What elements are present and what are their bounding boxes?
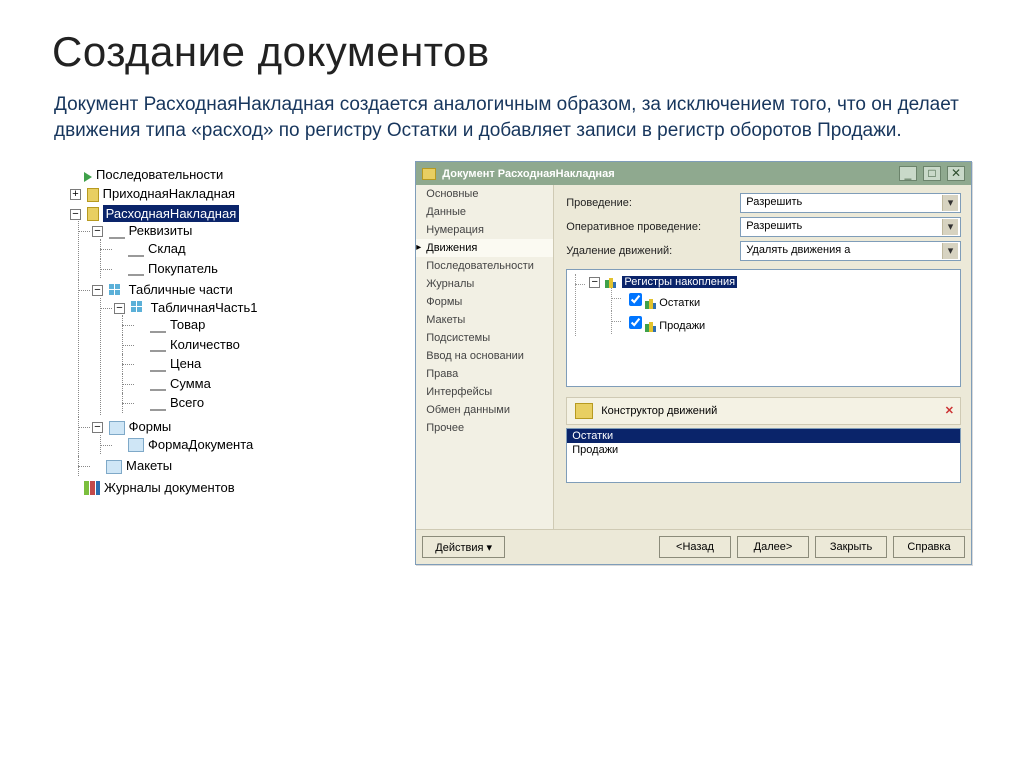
nav-item[interactable]: Обмен данными [416, 401, 553, 419]
expand-toggle[interactable]: − [92, 226, 103, 237]
nav-item[interactable]: Формы [416, 293, 553, 311]
nav-item-current[interactable]: Движения [416, 239, 553, 257]
list-item-selected[interactable]: Остатки [567, 429, 960, 443]
tree-item[interactable]: Последовательности [96, 167, 223, 182]
registers-root-icon [605, 277, 616, 288]
expand-toggle[interactable]: − [589, 277, 600, 288]
expand-toggle[interactable]: − [70, 209, 81, 220]
nav-item[interactable]: Прочее [416, 419, 553, 437]
tree-item[interactable]: Журналы документов [104, 480, 235, 495]
combo-operative-posting[interactable]: Разрешить [740, 217, 961, 237]
expand-toggle[interactable]: − [92, 422, 103, 433]
tree-item[interactable]: Реквизиты [129, 223, 193, 238]
maximize-button[interactable]: □ [923, 166, 941, 181]
tabsection-icon [131, 301, 147, 315]
nav-item[interactable]: Ввод на основании [416, 347, 553, 365]
movements-list[interactable]: Остатки Продажи [566, 428, 961, 483]
nav-item[interactable]: Права [416, 365, 553, 383]
attributes-icon [109, 225, 125, 239]
expand-toggle[interactable]: − [92, 285, 103, 296]
wizard-label: Конструктор движений [601, 405, 717, 417]
attribute-icon [128, 262, 144, 276]
wizard-icon [575, 403, 593, 419]
registers-tree-box: − Регистры накопления Остатки Продажи [566, 269, 961, 387]
next-button[interactable]: Далее> [737, 536, 809, 558]
slide-title: Создание документов [52, 28, 972, 76]
tree-item[interactable]: ФормаДокумента [148, 437, 253, 452]
form-icon [128, 438, 144, 452]
register-icon [645, 298, 656, 309]
combo-delete-movements[interactable]: Удалять движения а [740, 241, 961, 261]
nav-item[interactable]: Нумерация [416, 221, 553, 239]
expand-toggle[interactable]: − [114, 303, 125, 314]
label-posting: Проведение: [566, 197, 730, 209]
nav-item[interactable]: Последовательности [416, 257, 553, 275]
titlebar-icon [422, 168, 436, 180]
nav-item[interactable]: Интерфейсы [416, 383, 553, 401]
attribute-icon [150, 319, 166, 333]
wizard-bar[interactable]: Конструктор движений ✕ [566, 397, 961, 425]
tree-item[interactable]: Сумма [170, 376, 211, 391]
attribute-icon [150, 338, 166, 352]
forms-icon [109, 421, 125, 435]
attribute-icon [150, 358, 166, 372]
nav-item[interactable]: Журналы [416, 275, 553, 293]
expand-toggle[interactable]: + [70, 189, 81, 200]
label-delete-movements: Удаление движений: [566, 245, 730, 257]
sequence-icon [84, 172, 92, 182]
register-icon [645, 321, 656, 332]
dialog-footer: Действия <Назад Далее> Закрыть Справка [416, 529, 971, 564]
attribute-icon [128, 243, 144, 257]
register-checkbox[interactable] [629, 316, 642, 329]
journals-icon [84, 481, 100, 495]
registers-root[interactable]: Регистры накопления [622, 276, 737, 288]
nav-item[interactable]: Данные [416, 203, 553, 221]
register-item[interactable]: Остатки [659, 297, 700, 309]
back-button[interactable]: <Назад [659, 536, 731, 558]
document-icon [87, 188, 99, 202]
tree-item[interactable]: Товар [170, 317, 205, 332]
tree-item[interactable]: Табличные части [129, 282, 233, 297]
tree-item[interactable]: Цена [170, 356, 201, 371]
list-item[interactable]: Продажи [567, 443, 960, 457]
register-item[interactable]: Продажи [659, 320, 705, 332]
close-button[interactable]: ✕ [947, 166, 965, 181]
configurator-tree: Последовательности + ПриходнаяНакладная … [52, 161, 387, 497]
tree-item[interactable]: Всего [170, 395, 204, 410]
nav-item[interactable]: Основные [416, 185, 553, 203]
help-button[interactable]: Справка [893, 536, 965, 558]
tree-item[interactable]: Склад [148, 241, 186, 256]
titlebar[interactable]: Документ РасходнаяНакладная _ □ ✕ [416, 162, 971, 185]
tree-item[interactable]: Количество [170, 337, 240, 352]
label-operative-posting: Оперативное проведение: [566, 221, 730, 233]
wizard-close-icon[interactable]: ✕ [945, 404, 954, 417]
attribute-icon [150, 397, 166, 411]
templates-icon [106, 460, 122, 474]
slide-description: Документ РасходнаяНакладная создается ан… [54, 92, 972, 143]
document-properties-dialog: Документ РасходнаяНакладная _ □ ✕ Основн… [415, 161, 972, 565]
minimize-button[interactable]: _ [899, 166, 917, 181]
attribute-icon [150, 377, 166, 391]
tree-item[interactable]: ПриходнаяНакладная [103, 186, 235, 201]
nav-item[interactable]: Подсистемы [416, 329, 553, 347]
tree-item[interactable]: ТабличнаяЧасть1 [151, 300, 258, 315]
tree-item[interactable]: Формы [129, 419, 172, 434]
close-button[interactable]: Закрыть [815, 536, 887, 558]
register-checkbox[interactable] [629, 293, 642, 306]
titlebar-title: Документ РасходнаяНакладная [442, 168, 893, 180]
combo-posting[interactable]: Разрешить [740, 193, 961, 213]
tree-item[interactable]: Покупатель [148, 261, 218, 276]
nav-item[interactable]: Макеты [416, 311, 553, 329]
tree-item[interactable]: Макеты [126, 458, 172, 473]
dialog-nav: Основные Данные Нумерация Движения После… [416, 185, 554, 529]
actions-button[interactable]: Действия [422, 536, 505, 558]
tabsection-icon [109, 284, 125, 298]
document-icon [87, 207, 99, 221]
tree-item-selected[interactable]: РасходнаяНакладная [103, 205, 240, 222]
